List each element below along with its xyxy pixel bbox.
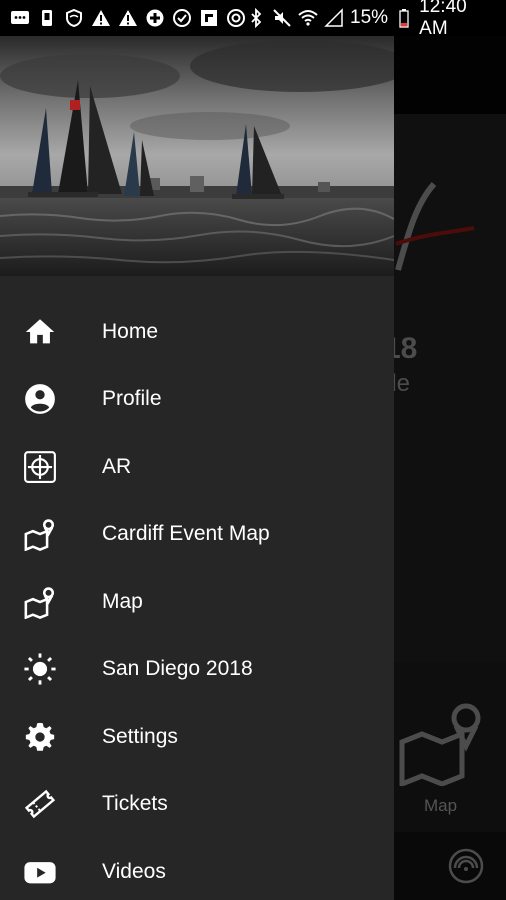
message-icon — [10, 8, 30, 28]
youtube-icon — [20, 852, 60, 892]
menu-item-map[interactable]: Map — [0, 568, 394, 636]
warning-icon — [91, 8, 111, 28]
flipboard-icon — [199, 8, 219, 28]
home-icon — [20, 312, 60, 352]
record-icon — [226, 8, 246, 28]
menu-item-label: Map — [102, 589, 143, 613]
signal-icon — [324, 8, 344, 28]
clock: 12:40 AM — [419, 0, 467, 39]
menu-item-label: Videos — [102, 859, 166, 883]
navigation-drawer: Home Profile AR Cardiff Event Map Map Sa… — [0, 36, 394, 900]
map-pin-icon — [20, 514, 60, 554]
menu-item-label: Profile — [102, 387, 162, 411]
menu-item-label: AR — [102, 454, 132, 478]
menu-item-home[interactable]: Home — [0, 298, 394, 366]
bluetooth-icon — [246, 8, 266, 28]
menu-item-label: Home — [102, 319, 159, 343]
warning-icon — [118, 8, 138, 28]
menu-item-label: Tickets — [102, 792, 168, 816]
ticket-icon — [20, 784, 60, 824]
gear-icon — [20, 717, 60, 757]
menu-item-label: Settings — [102, 724, 178, 748]
check-circle-icon — [172, 8, 192, 28]
ar-crosshair-icon — [20, 447, 60, 487]
sun-icon — [20, 649, 60, 689]
menu-item-san-diego-2018[interactable]: San Diego 2018 — [0, 636, 394, 704]
menu-item-label: Cardiff Event Map — [102, 522, 270, 546]
drawer-menu: Home Profile AR Cardiff Event Map Map Sa… — [0, 298, 394, 900]
drawer-scrim[interactable] — [394, 36, 506, 900]
menu-item-ar[interactable]: AR — [0, 433, 394, 501]
map-pin-icon — [20, 582, 60, 622]
plus-circle-icon — [145, 8, 165, 28]
menu-item-tickets[interactable]: Tickets — [0, 771, 394, 839]
menu-item-profile[interactable]: Profile — [0, 366, 394, 434]
drawer-header-image — [0, 36, 394, 276]
account-circle-icon — [20, 379, 60, 419]
sim-icon — [37, 8, 57, 28]
wifi-icon — [298, 8, 318, 28]
battery-low-icon — [394, 8, 413, 28]
menu-item-settings[interactable]: Settings — [0, 703, 394, 771]
menu-item-label: San Diego 2018 — [102, 657, 253, 681]
mute-icon — [272, 8, 292, 28]
shield-icon — [64, 8, 84, 28]
battery-percent: 15% — [350, 7, 389, 28]
menu-item-videos[interactable]: Videos — [0, 838, 394, 900]
status-bar: 15% 12:40 AM — [0, 0, 506, 39]
menu-item-cardiff-event-map[interactable]: Cardiff Event Map — [0, 501, 394, 569]
